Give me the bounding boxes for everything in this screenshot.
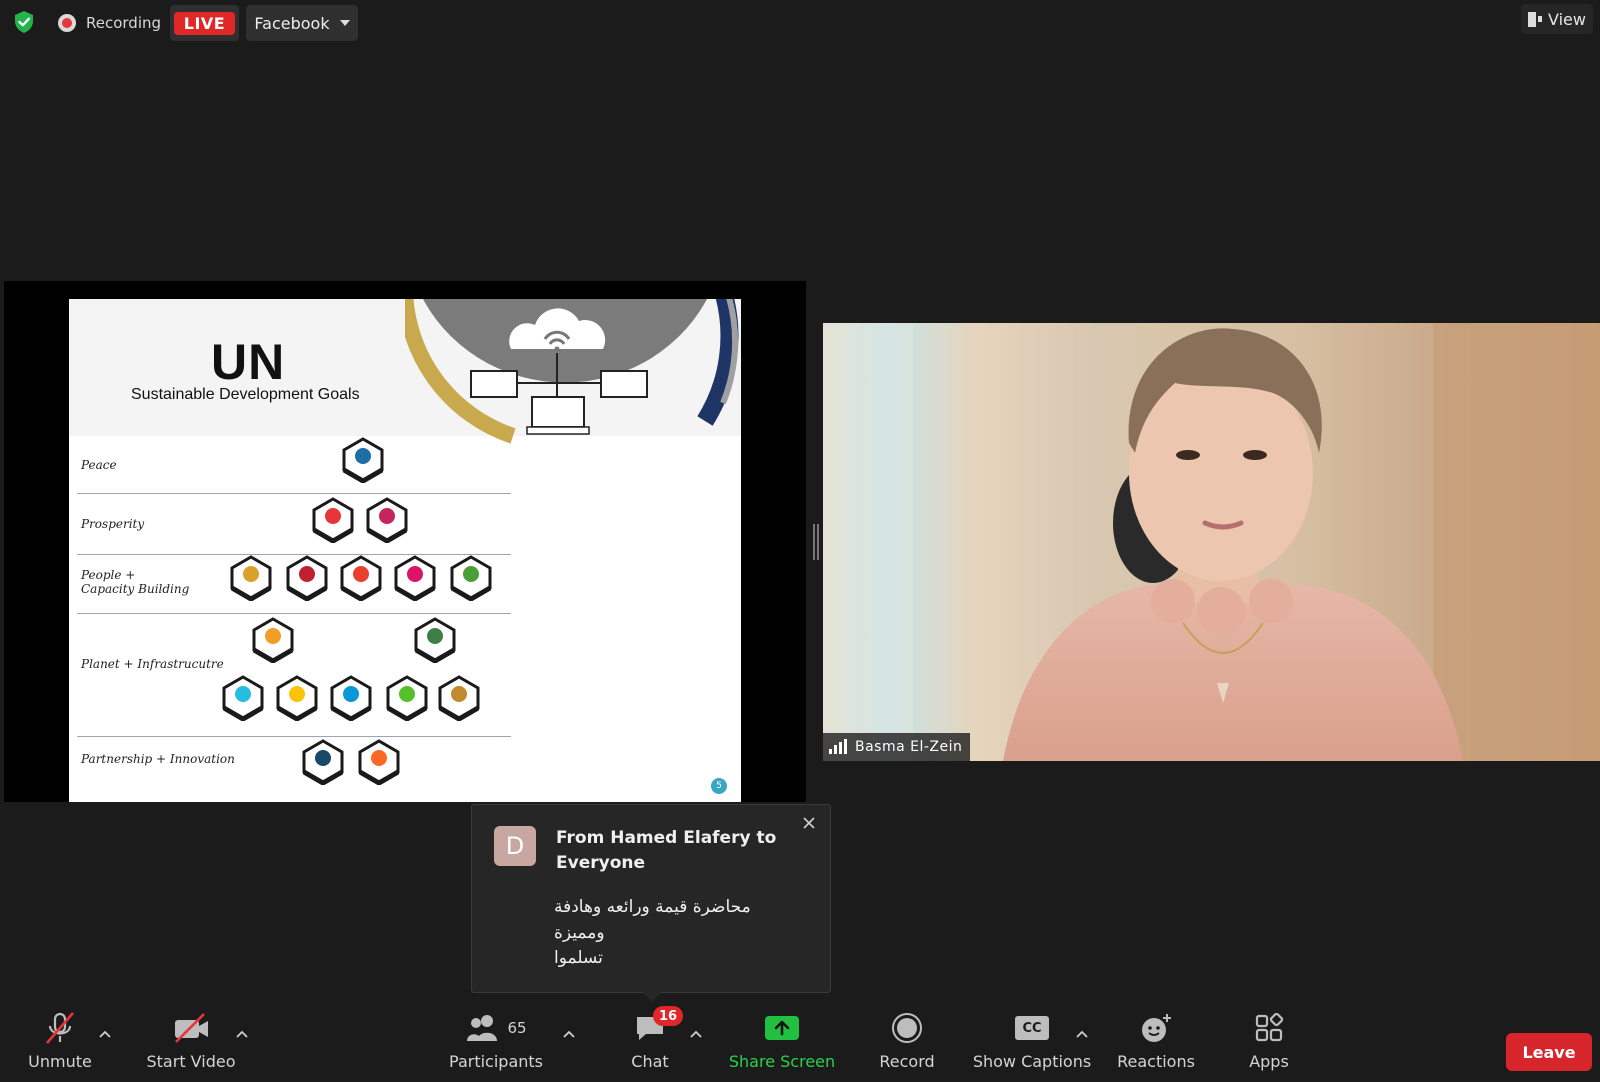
chat-unread-badge: 16 (653, 1006, 683, 1026)
sdg-goal-icon (394, 555, 436, 601)
recording-dot-icon (58, 14, 76, 32)
captions-icon: CC (1015, 1016, 1049, 1040)
stream-target-label: Facebook (254, 13, 330, 33)
slide-page-number: 5 (711, 778, 727, 794)
sdg-goal-icon (222, 675, 264, 721)
chevron-up-icon[interactable] (563, 1030, 575, 1038)
sdg-goal-icon (286, 555, 328, 601)
video-off-icon (175, 1013, 208, 1043)
unmute-label: Unmute (28, 1052, 92, 1071)
record-icon (892, 1013, 922, 1043)
chevron-up-icon[interactable] (690, 1030, 702, 1038)
leave-button[interactable]: Leave (1506, 1033, 1592, 1071)
reactions-label: Reactions (1117, 1052, 1195, 1071)
participant-video-frame (823, 323, 1600, 761)
meeting-toolbar: Unmute Start Video 65 Participants 16 Ch… (0, 1006, 1600, 1082)
mic-muted-icon (46, 1012, 74, 1044)
participants-label: Participants (449, 1052, 543, 1071)
sdg-goal-icon (302, 739, 344, 785)
view-layout-icon (1528, 11, 1543, 27)
sdg-goal-icon (342, 437, 384, 483)
slide-title: UN (211, 334, 286, 390)
start-video-button[interactable]: Start Video (146, 1010, 236, 1071)
view-label: View (1548, 9, 1586, 29)
sdg-goal-icon (340, 555, 382, 601)
presentation-slide: UN Sustainable Development Goals Peace P… (69, 299, 741, 802)
chat-label: Chat (631, 1052, 669, 1071)
sdg-goal-icon (276, 675, 318, 721)
record-label: Record (879, 1052, 935, 1071)
apps-label: Apps (1249, 1052, 1289, 1071)
row-label-planet: Planet + Infrastrucutre (81, 657, 224, 671)
slide-subtitle: Sustainable Development Goals (131, 386, 360, 403)
row-divider (77, 736, 511, 737)
row-label-peace: Peace (81, 458, 117, 472)
row-divider (77, 493, 511, 494)
stream-target-dropdown[interactable]: Facebook (246, 5, 358, 41)
recording-label: Recording (86, 14, 162, 32)
caret-down-icon (339, 20, 350, 26)
chevron-up-icon[interactable] (236, 1030, 248, 1038)
sdg-goal-icon (366, 497, 408, 543)
reactions-button[interactable]: Reactions (1117, 1010, 1195, 1071)
sdg-goal-icon (358, 739, 400, 785)
row-label-prosperity: Prosperity (81, 517, 145, 531)
live-badge: LIVE (173, 11, 236, 35)
chat-message: محاضرة قيمة ورائعه وهادفة ومميزة تسلموا (554, 897, 751, 968)
show-captions-label: Show Captions (972, 1052, 1092, 1071)
close-icon[interactable] (801, 815, 817, 831)
shared-screen: UN Sustainable Development Goals Peace P… (4, 281, 806, 802)
participants-icon (467, 1015, 498, 1041)
avatar: D (494, 826, 536, 866)
start-video-label: Start Video (146, 1052, 236, 1071)
sdg-goal-icon (438, 675, 480, 721)
sdg-goal-icon (312, 497, 354, 543)
apps-icon (1255, 1013, 1284, 1042)
participant-video[interactable]: Basma El-Zein (823, 323, 1600, 761)
sdg-goal-icon (386, 675, 428, 721)
reactions-icon (1142, 1014, 1171, 1042)
participants-button[interactable]: 65 Participants (449, 1010, 543, 1071)
view-button[interactable]: View (1521, 4, 1593, 34)
record-button[interactable]: Record (879, 1010, 935, 1071)
participants-count: 65 (507, 1019, 527, 1037)
chat-button[interactable]: 16 Chat (630, 1006, 683, 1071)
row-label-partnership: Partnership + Innovation (81, 752, 235, 766)
show-captions-button[interactable]: CC Show Captions (972, 1010, 1092, 1071)
cloud-network-graphic (405, 299, 739, 444)
chat-sender: From Hamed Elafery to Everyone (556, 828, 777, 873)
share-screen-arrow-icon (765, 1016, 799, 1040)
participant-name-tag: Basma El-Zein (823, 733, 971, 761)
chevron-up-icon[interactable] (1076, 1030, 1088, 1038)
row-label-people: People + Capacity Building (81, 568, 190, 597)
recording-indicator[interactable]: Recording (58, 11, 161, 35)
chat-notification-popup[interactable]: D From Hamed Elafery to Everyone محاضرة … (471, 804, 831, 1002)
share-screen-label: Share Screen (728, 1052, 836, 1071)
sdg-goal-icon (450, 555, 492, 601)
live-status[interactable]: LIVE (170, 5, 239, 41)
chevron-up-icon[interactable] (99, 1030, 111, 1038)
apps-button[interactable]: Apps (1249, 1010, 1289, 1071)
sdg-goal-icon (330, 675, 372, 721)
signal-bars-icon (829, 739, 847, 754)
sdg-goal-icon (230, 555, 272, 601)
sdg-goal-icon (414, 617, 456, 663)
shield-check-icon[interactable] (12, 10, 36, 34)
sdg-goal-icon (252, 617, 294, 663)
participant-name: Basma El-Zein (855, 739, 963, 755)
row-divider (77, 613, 511, 614)
share-screen-button[interactable]: Share Screen (728, 1010, 836, 1071)
unmute-button[interactable]: Unmute (28, 1010, 92, 1071)
split-view-handle[interactable] (813, 524, 819, 560)
